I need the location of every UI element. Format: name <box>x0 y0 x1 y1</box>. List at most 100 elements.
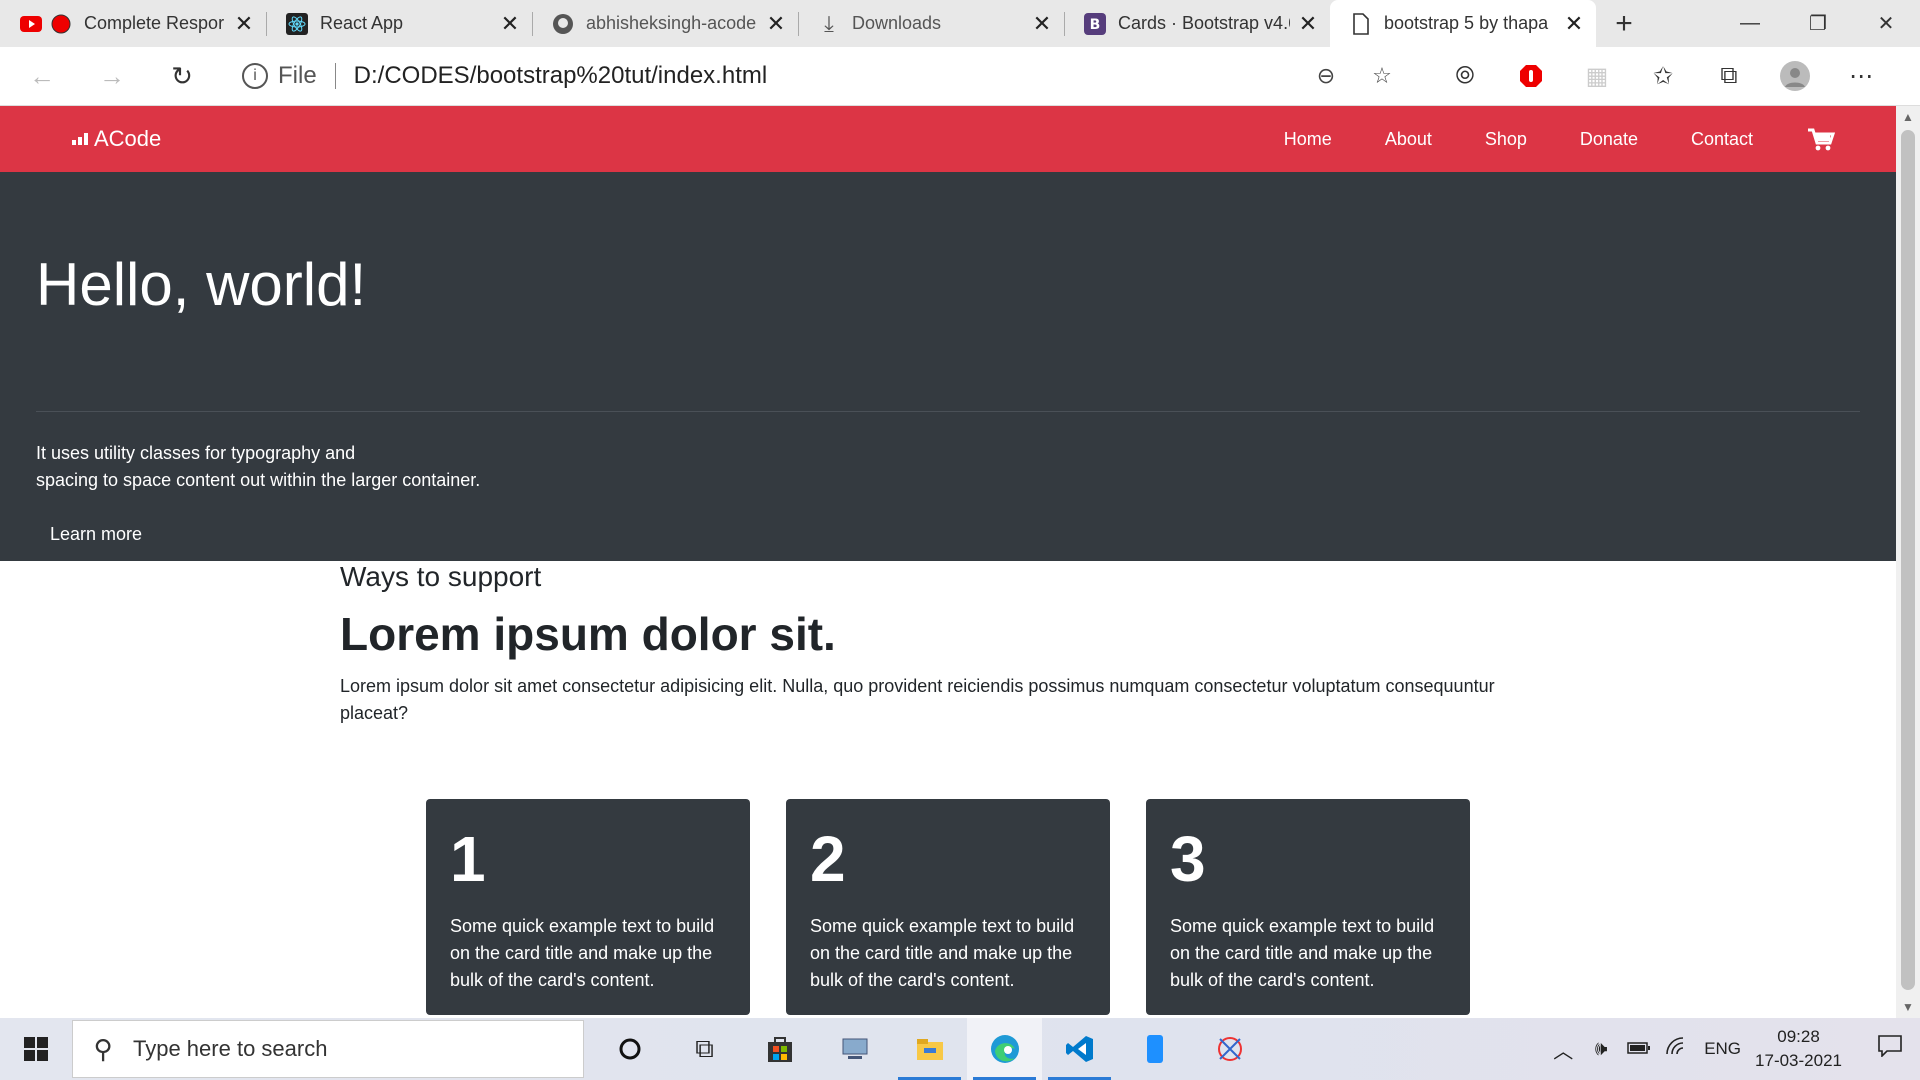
taskbar-search-input[interactable]: ⚲ Type here to search <box>72 1020 584 1078</box>
add-favorite-icon[interactable]: ☆ <box>1354 63 1410 89</box>
store-icon[interactable] <box>742 1018 817 1080</box>
close-icon[interactable]: ✕ <box>766 11 786 37</box>
site-brand[interactable]: ACode <box>72 126 161 152</box>
hero-title: Hello, world! <box>36 251 367 318</box>
address-bar[interactable]: i File D:/CODES/bootstrap%20tut/index.ht… <box>226 54 1424 98</box>
nav-link-home[interactable]: Home <box>1284 129 1332 150</box>
card-text: Some quick example text to build on the … <box>810 916 1075 990</box>
bootstrap-icon: B <box>1084 12 1106 35</box>
close-icon[interactable]: ✕ <box>1298 11 1318 37</box>
more-options-icon[interactable]: ⋯ <box>1828 62 1894 91</box>
vscode-icon[interactable] <box>1042 1018 1117 1080</box>
tab-title: bootstrap 5 by thapa <box>1384 13 1549 33</box>
collections-icon[interactable]: ⧉ <box>1696 62 1762 90</box>
forward-arrow-icon[interactable]: → <box>84 56 140 96</box>
toolbar-extensions: ⦾ ▦ ✩ ⧉ ⋯ <box>1432 61 1894 91</box>
tab-downloads[interactable]: ⤓ Downloads ✕ <box>798 0 1064 47</box>
divider <box>334 63 336 89</box>
close-icon[interactable]: ✕ <box>500 11 520 37</box>
react-icon <box>286 12 308 35</box>
close-icon[interactable]: ✕ <box>1564 11 1584 37</box>
hero-jumbotron: Hello, world! It uses utility classes fo… <box>0 172 1896 561</box>
task-view-icon[interactable]: ⧉ <box>667 1018 742 1080</box>
cart-icon[interactable] <box>1806 124 1836 154</box>
tab-title: React App <box>320 13 404 33</box>
tab-title: Downloads <box>852 13 942 33</box>
card-2: 2 Some quick example text to build on th… <box>786 799 1110 1015</box>
battery-icon[interactable] <box>1620 1038 1658 1061</box>
refresh-icon[interactable]: ↻ <box>154 56 210 96</box>
svg-text:B: B <box>1090 17 1101 33</box>
snipping-tool-icon[interactable] <box>1192 1018 1267 1080</box>
close-icon[interactable]: ✕ <box>234 11 254 37</box>
tab-title: Complete Respor <box>84 13 225 33</box>
card-3: 3 Some quick example text to build on th… <box>1146 799 1470 1015</box>
site-navbar: ACode Home About Shop Donate Contact <box>0 106 1896 172</box>
minimize-icon[interactable]: — <box>1716 0 1784 47</box>
brand-name: ACode <box>94 126 162 151</box>
windows-start-icon[interactable] <box>0 1018 72 1080</box>
tab-github[interactable]: abhisheksingh-acode ✕ <box>532 0 798 47</box>
section-body: Lorem ipsum dolor sit amet consectetur a… <box>340 676 1495 723</box>
phone-app-icon[interactable] <box>1117 1018 1192 1080</box>
info-icon[interactable]: i <box>242 63 268 89</box>
new-tab-button[interactable]: + <box>1596 0 1652 47</box>
browser-tab-strip: Complete Respor ✕ React App ✕ abhisheksi… <box>0 0 1920 47</box>
search-placeholder: Type here to search <box>133 1036 328 1061</box>
page-scrollbar[interactable]: ▲ ▼ <box>1896 106 1920 1018</box>
nav-link-contact[interactable]: Contact <box>1691 129 1753 150</box>
wifi-icon[interactable] <box>1658 1037 1696 1061</box>
browser-toolbar: ← → ↻ i File D:/CODES/bootstrap%20tut/in… <box>0 47 1920 106</box>
cortana-icon[interactable] <box>592 1018 667 1080</box>
hero-divider <box>36 411 1860 412</box>
volume-icon[interactable]: 🕪 <box>1582 1038 1620 1061</box>
window-controls: — ❐ ✕ <box>1716 0 1920 47</box>
download-icon: ⤓ <box>824 10 834 36</box>
chevron-up-icon[interactable]: ︿ <box>1544 1035 1582 1064</box>
tab-active[interactable]: bootstrap 5 by thapa ✕ <box>1330 0 1596 47</box>
github-icon <box>552 13 574 35</box>
card-1: 1 Some quick example text to build on th… <box>426 799 750 1015</box>
reading-view-icon[interactable]: ⦾ <box>1432 62 1498 90</box>
nav-link-about[interactable]: About <box>1385 129 1432 150</box>
address-url[interactable]: D:/CODES/bootstrap%20tut/index.html <box>354 62 1298 90</box>
edge-browser-icon[interactable] <box>967 1018 1042 1080</box>
card-number: 3 <box>1170 823 1206 895</box>
close-icon[interactable]: ✕ <box>1032 11 1052 37</box>
search-icon: ⚲ <box>93 1033 113 1064</box>
scroll-down-icon[interactable]: ▼ <box>1896 1000 1920 1014</box>
zoom-out-icon[interactable]: ⊖ <box>1298 63 1354 89</box>
tab-title: abhisheksingh-acode <box>586 13 757 33</box>
tab-youtube[interactable]: Complete Respor ✕ <box>0 0 266 47</box>
notifications-icon[interactable] <box>1860 1035 1920 1063</box>
tab-bootstrap-cards[interactable]: B Cards · Bootstrap v4.6 ✕ <box>1064 0 1330 47</box>
clock-date: 17-03-2021 <box>1755 1051 1842 1070</box>
web-page: ACode Home About Shop Donate Contact Hel… <box>0 106 1896 1018</box>
file-explorer-icon[interactable] <box>892 1018 967 1080</box>
favorites-icon[interactable]: ✩ <box>1630 62 1696 91</box>
clock[interactable]: 09:28 17-03-2021 <box>1755 1025 1842 1073</box>
card-text: Some quick example text to build on the … <box>450 916 715 990</box>
nav-link-donate[interactable]: Donate <box>1580 129 1638 150</box>
section-heading: Lorem ipsum dolor sit. <box>340 608 836 660</box>
windows-taskbar: ⚲ Type here to search ⧉ ︿ 🕪 ENG 09:28 17… <box>0 1018 1920 1080</box>
this-pc-icon[interactable] <box>817 1018 892 1080</box>
profile-avatar[interactable] <box>1762 61 1828 91</box>
scroll-up-icon[interactable]: ▲ <box>1896 110 1920 124</box>
system-tray: ︿ 🕪 ENG 09:28 17-03-2021 <box>1544 1018 1920 1080</box>
scrollbar-thumb[interactable] <box>1901 130 1915 990</box>
card-number: 1 <box>450 823 486 895</box>
extension-icon[interactable]: ▦ <box>1564 62 1630 91</box>
language-indicator[interactable]: ENG <box>1704 1039 1741 1059</box>
close-window-icon[interactable]: ✕ <box>1852 0 1920 47</box>
back-arrow-icon[interactable]: ← <box>14 56 70 96</box>
tab-react-app[interactable]: React App ✕ <box>266 0 532 47</box>
adblock-icon[interactable] <box>1498 64 1564 88</box>
page-icon <box>1350 12 1372 35</box>
tab-title: Cards · Bootstrap v4.6 <box>1118 13 1290 33</box>
nav-link-shop[interactable]: Shop <box>1485 129 1527 150</box>
restore-icon[interactable]: ❐ <box>1784 0 1852 47</box>
card-text: Some quick example text to build on the … <box>1170 916 1435 990</box>
learn-more-button[interactable]: Learn more <box>36 518 156 551</box>
nav-links: Home About Shop Donate Contact <box>1284 106 1896 172</box>
